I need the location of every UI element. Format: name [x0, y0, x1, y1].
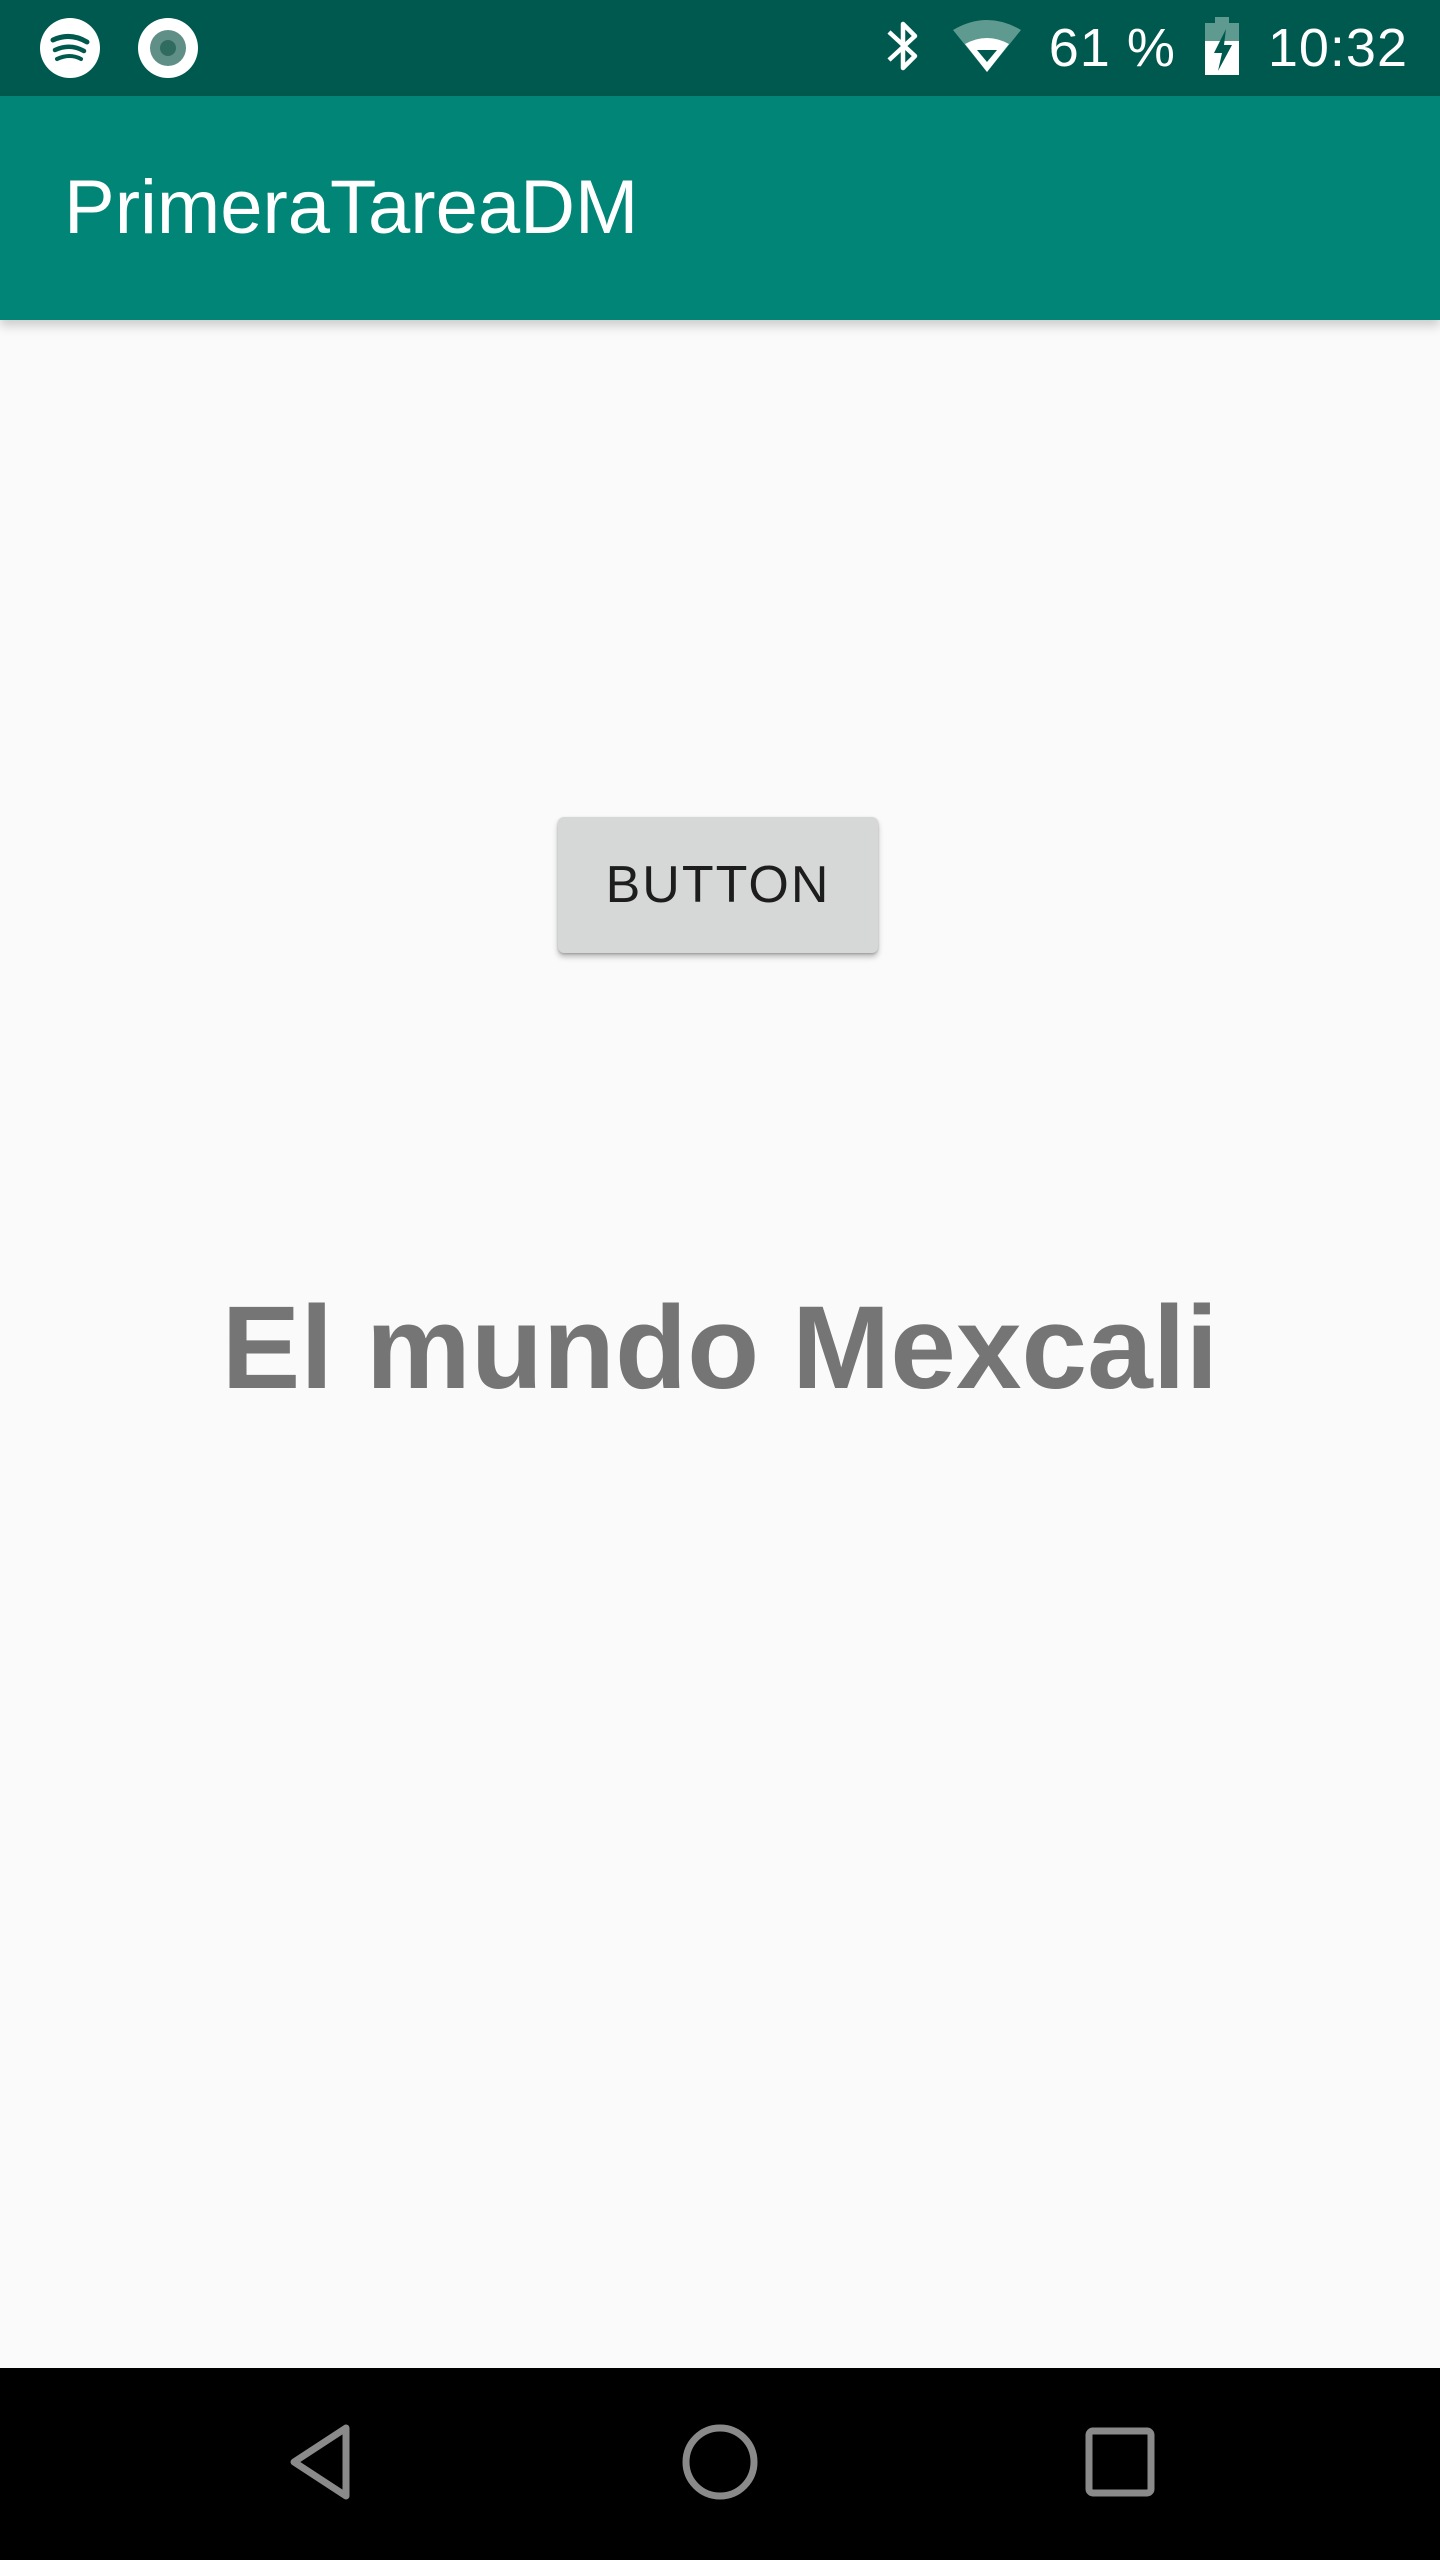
record-icon — [138, 18, 198, 78]
back-icon — [280, 2420, 360, 2509]
back-button[interactable] — [260, 2404, 380, 2524]
spotify-icon — [40, 18, 100, 78]
status-right-group: 61 % 10:32 — [881, 0, 1408, 96]
main-button[interactable]: BUTTON — [558, 817, 878, 953]
status-bar: 61 % 10:32 — [0, 0, 1440, 96]
home-icon — [680, 2422, 760, 2507]
battery-charging-icon — [1202, 15, 1242, 82]
navigation-bar — [0, 2368, 1440, 2560]
clock: 10:32 — [1267, 18, 1408, 78]
app-bar: PrimeraTareaDM — [0, 96, 1440, 320]
recents-icon — [1084, 2426, 1156, 2503]
app-screen: 61 % 10:32 PrimeraTareaDM BUTTON El mund… — [0, 0, 1440, 2560]
wifi-icon — [951, 16, 1023, 81]
app-title: PrimeraTareaDM — [64, 165, 639, 250]
home-button[interactable] — [660, 2404, 780, 2524]
headline-text: El mundo Mexcali — [221, 1282, 1219, 1414]
battery-percentage: 61 % — [1048, 18, 1176, 78]
recents-button[interactable] — [1060, 2404, 1180, 2524]
main-content: BUTTON El mundo Mexcali — [0, 320, 1440, 2368]
bluetooth-icon — [881, 16, 925, 81]
